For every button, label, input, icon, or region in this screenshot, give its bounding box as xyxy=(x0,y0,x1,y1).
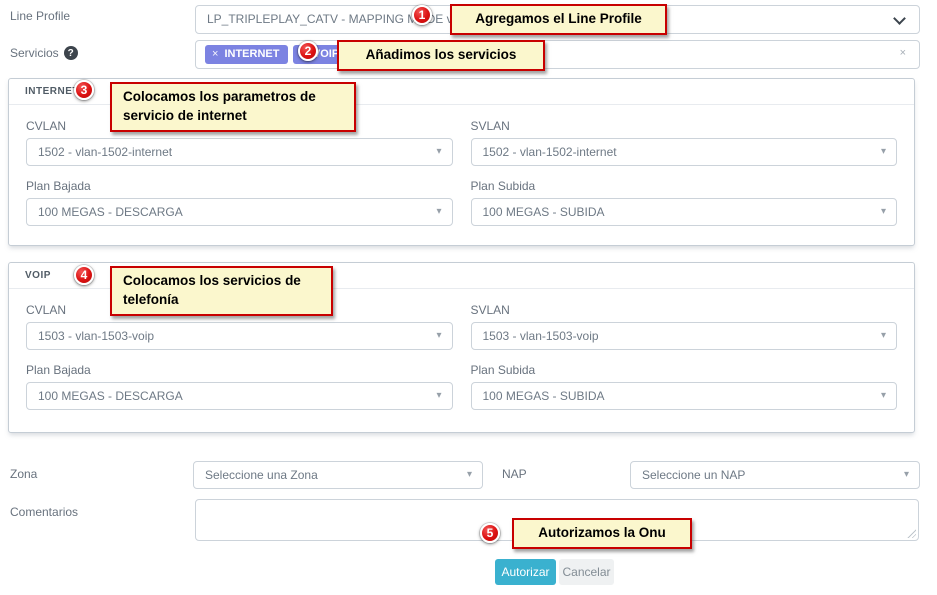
internet-svlan-field: SVLAN 1502 - vlan-1502-internet ▾ xyxy=(471,119,898,166)
voip-cvlan-select[interactable]: 1503 - vlan-1503-voip ▾ xyxy=(26,322,453,350)
voip-plan-bajada-select[interactable]: 100 MEGAS - DESCARGA ▾ xyxy=(26,382,453,410)
caret-down-icon: ▾ xyxy=(436,383,441,409)
internet-plan-subida-select[interactable]: 100 MEGAS - SUBIDA ▾ xyxy=(471,198,898,226)
voip-svlan-field: SVLAN 1503 - vlan-1503-voip ▾ xyxy=(471,303,898,350)
chevron-down-icon xyxy=(895,14,904,23)
line-profile-label-text: Line Profile xyxy=(10,9,70,23)
internet-svlan-select[interactable]: 1502 - vlan-1502-internet ▾ xyxy=(471,138,898,166)
step-badge-2: 2 xyxy=(298,41,318,61)
internet-plan-bajada-select[interactable]: 100 MEGAS - DESCARGA ▾ xyxy=(26,198,453,226)
cancelar-button[interactable]: Cancelar xyxy=(559,559,614,585)
cvlan-value: 1502 - vlan-1502-internet xyxy=(38,145,172,159)
plan-subida-value: 100 MEGAS - SUBIDA xyxy=(483,205,605,219)
svlan-label: SVLAN xyxy=(471,303,898,317)
annotation-line-profile: Agregamos el Line Profile xyxy=(450,4,667,35)
service-tag-internet: × INTERNET xyxy=(205,45,288,64)
internet-plan-subida-field: Plan Subida 100 MEGAS - SUBIDA ▾ xyxy=(471,179,898,226)
voip-plan-subida-select[interactable]: 100 MEGAS - SUBIDA ▾ xyxy=(471,382,898,410)
annotation-servicios: Añadimos los servicios xyxy=(337,40,545,71)
annotation-voip: Colocamos los servicios de telefonía xyxy=(110,266,333,316)
caret-down-icon: ▾ xyxy=(436,323,441,349)
caret-down-icon: ▾ xyxy=(881,323,886,349)
caret-down-icon: ▾ xyxy=(436,139,441,165)
voip-plan-subida-field: Plan Subida 100 MEGAS - SUBIDA ▾ xyxy=(471,363,898,410)
plan-subida-label: Plan Subida xyxy=(471,179,898,193)
line-profile-label: Line Profile xyxy=(10,9,70,23)
comentarios-label: Comentarios xyxy=(10,505,78,519)
zona-select[interactable]: Seleccione una Zona ▾ xyxy=(193,461,483,489)
tag-remove-icon[interactable]: × xyxy=(212,49,218,60)
annotation-internet: Colocamos los parametros de servicio de … xyxy=(110,82,356,132)
servicios-label: Servicios ? xyxy=(10,46,78,60)
plan-subida-label: Plan Subida xyxy=(471,363,898,377)
resize-handle[interactable] xyxy=(906,528,916,538)
clear-icon[interactable]: × xyxy=(900,48,906,59)
autorizar-button[interactable]: Autorizar xyxy=(495,559,556,585)
step-badge-4: 4 xyxy=(74,265,94,285)
help-icon[interactable]: ? xyxy=(64,46,78,60)
plan-bajada-value: 100 MEGAS - DESCARGA xyxy=(38,205,183,219)
step-badge-1: 1 xyxy=(412,5,432,25)
nap-value: Seleccione un NAP xyxy=(642,468,745,482)
voip-svlan-select[interactable]: 1503 - vlan-1503-voip ▾ xyxy=(471,322,898,350)
zona-label: Zona xyxy=(10,467,37,481)
zona-value: Seleccione una Zona xyxy=(205,468,318,482)
caret-down-icon: ▾ xyxy=(904,462,909,488)
comentarios-label-text: Comentarios xyxy=(10,505,78,519)
caret-down-icon: ▾ xyxy=(881,199,886,225)
svlan-label: SVLAN xyxy=(471,119,898,133)
caret-down-icon: ▾ xyxy=(881,383,886,409)
nap-label: NAP xyxy=(502,467,527,481)
step-badge-5: 5 xyxy=(480,523,500,543)
svlan-value: 1502 - vlan-1502-internet xyxy=(483,145,617,159)
servicios-label-text: Servicios xyxy=(10,46,59,60)
plan-bajada-label: Plan Bajada xyxy=(26,179,453,193)
plan-bajada-label: Plan Bajada xyxy=(26,363,453,377)
voip-plan-bajada-field: Plan Bajada 100 MEGAS - DESCARGA ▾ xyxy=(26,363,453,410)
zona-label-text: Zona xyxy=(10,467,37,481)
caret-down-icon: ▾ xyxy=(467,462,472,488)
plan-subida-value: 100 MEGAS - SUBIDA xyxy=(483,389,605,403)
help-glyph: ? xyxy=(68,48,74,59)
onu-authorization-form: Line Profile LP_TRIPLEPLAY_CATV - MAPPIN… xyxy=(0,0,937,595)
internet-cvlan-select[interactable]: 1502 - vlan-1502-internet ▾ xyxy=(26,138,453,166)
internet-plan-bajada-field: Plan Bajada 100 MEGAS - DESCARGA ▾ xyxy=(26,179,453,226)
tag-label: INTERNET xyxy=(224,49,279,60)
nap-select[interactable]: Seleccione un NAP ▾ xyxy=(630,461,920,489)
svlan-value: 1503 - vlan-1503-voip xyxy=(483,329,599,343)
caret-down-icon: ▾ xyxy=(881,139,886,165)
annotation-autorizar: Autorizamos la Onu xyxy=(512,518,692,549)
step-badge-3: 3 xyxy=(74,80,94,100)
plan-bajada-value: 100 MEGAS - DESCARGA xyxy=(38,389,183,403)
caret-down-icon: ▾ xyxy=(436,199,441,225)
cvlan-value: 1503 - vlan-1503-voip xyxy=(38,329,154,343)
nap-label-text: NAP xyxy=(502,467,527,481)
